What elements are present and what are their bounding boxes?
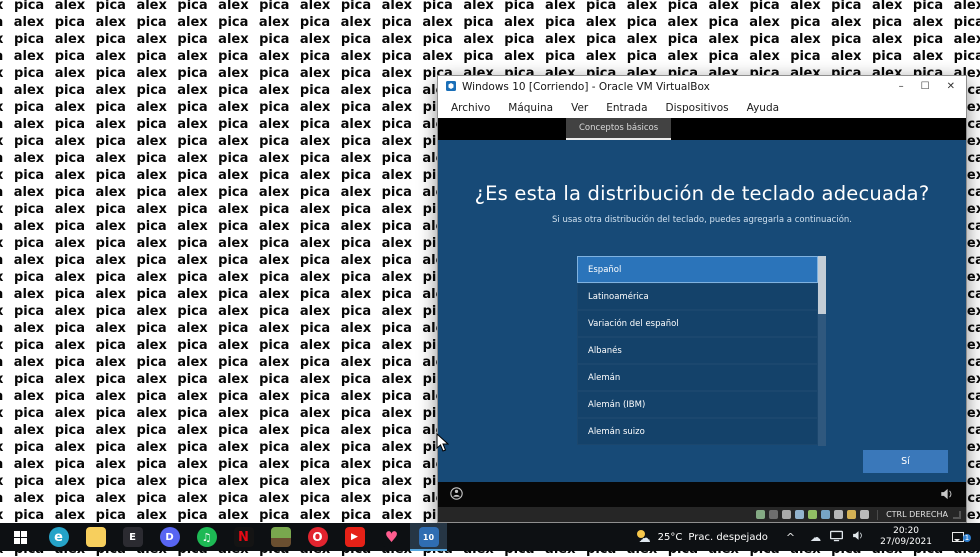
notification-badge: 1 [963, 534, 971, 542]
tray-icons: ☁ [803, 530, 871, 545]
close-icon[interactable]: ✕ [947, 81, 955, 92]
network-icon[interactable] [830, 530, 843, 545]
tab-conceptos-basicos[interactable]: Conceptos básicos [566, 118, 671, 140]
clock[interactable]: 20:20 27/09/2021 [871, 526, 941, 548]
vbox-status-icons [756, 510, 869, 519]
taskbar-app-virtualbox-vm[interactable]: 10 [410, 523, 447, 551]
scrollbar-thumb[interactable] [818, 256, 826, 314]
taskbar: e ED ♫ N O ▶ ♥ 10 ☁ 25°C Prac. despejado ^ ☁ 20… [0, 523, 980, 551]
vbox-statusbar: CTRL DERECHA [438, 507, 966, 522]
oobe-topbar: Conceptos básicos [438, 118, 966, 140]
weather-icon: ☁ [636, 530, 652, 544]
oobe-bottombar [438, 482, 966, 507]
windows-logo-icon [14, 531, 27, 544]
vm-mouse-integration-icon[interactable] [860, 510, 869, 519]
page-subtitle: Si usas otra distribución del teclado, p… [438, 215, 966, 225]
ease-of-access-icon[interactable] [450, 485, 463, 504]
vm-display-icon[interactable] [756, 510, 765, 519]
spotify-icon: ♫ [197, 527, 217, 547]
vm-hdd-icon[interactable] [782, 510, 791, 519]
window-title: Windows 10 [Corriendo] - Oracle VM Virtu… [462, 81, 710, 93]
taskbar-app-heart-app[interactable]: ♥ [373, 523, 410, 551]
taskbar-app-discord[interactable]: D [151, 523, 188, 551]
keyboard-layout-option[interactable]: Alemán (IBM) [577, 391, 818, 418]
resize-grip-icon[interactable] [953, 511, 961, 519]
chevron-up-icon[interactable]: ^ [778, 531, 803, 544]
list-scrollbar[interactable] [818, 256, 826, 446]
taskbar-app-file-explorer[interactable] [77, 523, 114, 551]
youtube-icon: ▶ [345, 527, 365, 547]
virtualbox-window[interactable]: Windows 10 [Corriendo] - Oracle VM Virtu… [437, 75, 967, 523]
netflix-icon: N [234, 527, 254, 547]
vm-optical-disc-icon[interactable] [795, 510, 804, 519]
opera-icon: O [308, 527, 328, 547]
statusbar-separator [877, 510, 878, 520]
keyboard-layout-option[interactable]: Latinoamérica [577, 283, 818, 310]
file-explorer-icon [86, 527, 106, 547]
oobe-main: ¿Es esta la distribución de teclado adec… [438, 140, 966, 482]
epic-games-icon: E [123, 527, 143, 547]
onedrive-icon[interactable]: ☁ [810, 531, 821, 544]
vm-recording-icon[interactable] [769, 510, 778, 519]
weather-temp: 25°C [658, 532, 683, 543]
edge-icon: e [49, 527, 69, 547]
taskbar-app-minecraft[interactable] [262, 523, 299, 551]
weather-desc: Prac. despejado [688, 532, 768, 543]
taskbar-app-spotify[interactable]: ♫ [188, 523, 225, 551]
heart-app-icon: ♥ [382, 527, 402, 547]
keyboard-layout-listbox: EspañolLatinoaméricaVariación del españo… [577, 256, 826, 446]
keyboard-layout-list: EspañolLatinoaméricaVariación del españo… [577, 256, 818, 446]
taskbar-app-netflix[interactable]: N [225, 523, 262, 551]
host-key-label: CTRL DERECHA [886, 510, 948, 519]
vm-display[interactable]: Conceptos básicos ¿Es esta la distribuci… [438, 118, 966, 507]
minecraft-icon [271, 527, 291, 547]
maximize-icon[interactable]: ☐ [921, 81, 930, 92]
volume-icon[interactable] [940, 485, 954, 504]
keyboard-layout-option[interactable]: Variación del español [577, 310, 818, 337]
minimize-icon[interactable]: – [899, 81, 904, 92]
taskbar-app-opera[interactable]: O [299, 523, 336, 551]
taskbar-app-edge[interactable]: e [40, 523, 77, 551]
yes-button[interactable]: Sí [863, 450, 948, 473]
vbox-menubar: ArchivoMáquinaVerEntradaDispositivosAyud… [438, 97, 966, 118]
virtualbox-logo-icon [445, 77, 457, 96]
vm-network-icon[interactable] [821, 510, 830, 519]
virtualbox-vm-icon: 10 [419, 527, 439, 547]
mouse-cursor [436, 433, 449, 456]
taskbar-apps: e ED ♫ N O ▶ ♥ 10 [40, 523, 447, 551]
discord-icon: D [160, 527, 180, 547]
volume-tray-icon[interactable] [852, 530, 864, 544]
keyboard-layout-option[interactable]: Albanés [577, 337, 818, 364]
vm-shared-folders-icon[interactable] [847, 510, 856, 519]
clock-time: 20:20 [880, 526, 932, 537]
start-button[interactable] [0, 523, 40, 551]
clock-date: 27/09/2021 [880, 537, 932, 548]
weather-widget[interactable]: ☁ 25°C Prac. despejado [626, 530, 778, 544]
system-tray: ☁ 25°C Prac. despejado ^ ☁ 20:20 27/09/2… [626, 523, 980, 551]
vbox-titlebar[interactable]: Windows 10 [Corriendo] - Oracle VM Virtu… [438, 76, 966, 97]
menu-item-ayuda[interactable]: Ayuda [738, 102, 788, 114]
menu-item-dispositivos[interactable]: Dispositivos [657, 102, 738, 114]
menu-item-ver[interactable]: Ver [562, 102, 597, 114]
vm-audio-icon[interactable] [808, 510, 817, 519]
keyboard-layout-option[interactable]: Alemán [577, 364, 818, 391]
keyboard-layout-option[interactable]: Alemán suizo [577, 418, 818, 445]
menu-item-máquina[interactable]: Máquina [499, 102, 562, 114]
page-title: ¿Es esta la distribución de teclado adec… [438, 182, 966, 205]
menu-item-entrada[interactable]: Entrada [597, 102, 656, 114]
vm-usb-icon[interactable] [834, 510, 843, 519]
taskbar-app-youtube[interactable]: ▶ [336, 523, 373, 551]
keyboard-layout-option[interactable]: Español [577, 256, 818, 283]
menu-item-archivo[interactable]: Archivo [442, 102, 499, 114]
action-center-button[interactable]: 1 [941, 532, 975, 542]
taskbar-app-epic-games[interactable]: E [114, 523, 151, 551]
